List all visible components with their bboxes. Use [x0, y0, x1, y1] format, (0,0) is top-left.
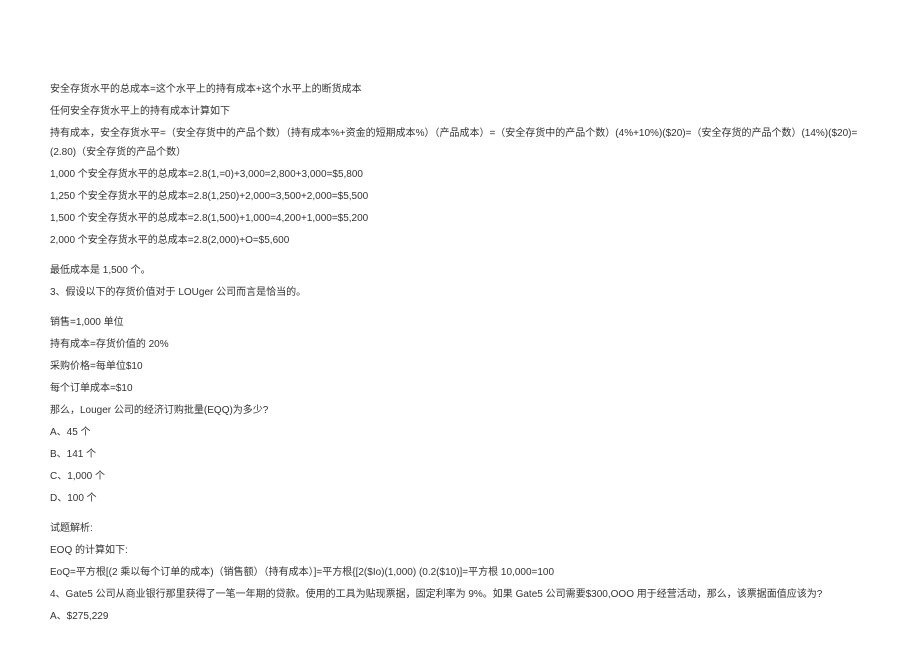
text-line: 那么，Louger 公司的经济订购批量(EQQ)为多少?	[50, 401, 870, 420]
text-line: 采购价格=每单位$10	[50, 357, 870, 376]
text-line: A、$275,229	[50, 607, 870, 626]
text-line: A、45 个	[50, 423, 870, 442]
text-line: EoQ=平方根[(2 乘以每个订单的成本)（销售额）（持有成本）]=平方根{[2…	[50, 563, 870, 582]
text-line: 4、Gate5 公司从商业银行那里获得了一笔一年期的贷款。使用的工具为贴现票据，…	[50, 585, 870, 604]
text-line: 3、假设以下的存货价值对于 LOUger 公司而言是恰当的。	[50, 283, 870, 302]
text-line: D、100 个	[50, 489, 870, 508]
text-line: 每个订单成本=$10	[50, 379, 870, 398]
text-line: 持有成本，安全存货水平=（安全存货中的产品个数）（持有成本%+资金的短期成本%）…	[50, 124, 870, 162]
text-line: 1,000 个安全存货水平的总成本=2.8(1,=0)+3,000=2,800+…	[50, 165, 870, 184]
text-line: 1,500 个安全存货水平的总成本=2.8(1,500)+1,000=4,200…	[50, 209, 870, 228]
document-content: 安全存货水平的总成本=这个水平上的持有成本+这个水平上的断货成本任何安全存货水平…	[50, 80, 870, 626]
text-line: C、1,000 个	[50, 467, 870, 486]
text-line: 2,000 个安全存货水平的总成本=2.8(2,000)+O=$5,600	[50, 231, 870, 250]
blank-line	[50, 253, 870, 261]
text-line: 任何安全存货水平上的持有成本计算如下	[50, 102, 870, 121]
text-line: 销售=1,000 单位	[50, 313, 870, 332]
text-line: 最低成本是 1,500 个。	[50, 261, 870, 280]
text-line: EOQ 的计算如下:	[50, 541, 870, 560]
text-line: 安全存货水平的总成本=这个水平上的持有成本+这个水平上的断货成本	[50, 80, 870, 99]
blank-line	[50, 511, 870, 519]
text-line: 1,250 个安全存货水平的总成本=2.8(1,250)+2,000=3,500…	[50, 187, 870, 206]
blank-line	[50, 305, 870, 313]
text-line: B、141 个	[50, 445, 870, 464]
text-line: 持有成本=存货价值的 20%	[50, 335, 870, 354]
text-line: 试题解析:	[50, 519, 870, 538]
